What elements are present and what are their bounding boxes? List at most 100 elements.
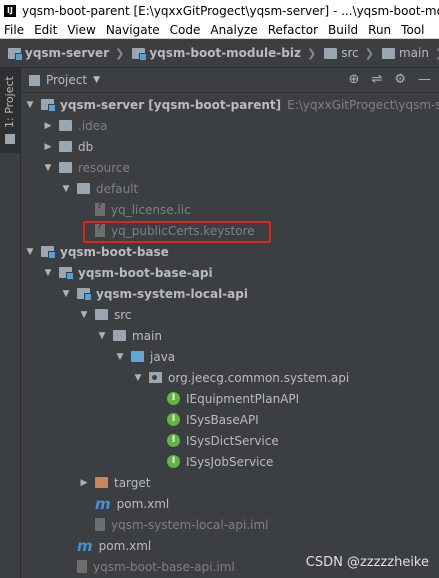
watermark: CSDN @zzzzzheike	[305, 555, 429, 570]
tree-row[interactable]: yqsm-system-local-api.iml	[21, 514, 439, 535]
tree-row[interactable]: m pom.xml	[21, 493, 439, 514]
chevron-right-icon: ❯	[364, 46, 374, 60]
menu-build[interactable]: Build	[323, 23, 363, 37]
folder-orange-icon	[95, 477, 108, 488]
tree-row[interactable]: ▶ .idea	[21, 115, 439, 136]
module-folder-icon	[8, 47, 23, 61]
expand-arrow-icon[interactable]: ▼	[115, 352, 125, 362]
expand-arrow-icon[interactable]: ▼	[25, 247, 35, 257]
tree-item-label: default	[96, 181, 139, 196]
breadcrumb-label: yqsm-boot-module-biz	[149, 46, 301, 60]
iml-icon	[95, 518, 105, 531]
iface-icon: I	[167, 455, 180, 468]
tree-row[interactable]: m pom.xml	[21, 535, 439, 556]
module-folder-icon	[132, 47, 148, 61]
tree-item-label: ISysDictService	[186, 433, 279, 448]
tree-row[interactable]: I ISysDictService	[21, 430, 439, 451]
tree-item-label: yqsm-boot-base	[60, 244, 169, 259]
project-view-selector[interactable]: Project ▼	[29, 73, 100, 87]
tree-item-label: yqsm-system-local-api	[96, 286, 248, 301]
tree-item-label: IEquipmentPlanAPI	[186, 391, 300, 406]
expand-arrow-icon[interactable]: ▼	[97, 331, 107, 341]
tree-row[interactable]: I ISysJobService	[21, 451, 439, 472]
tree-item-label: pom.xml	[98, 538, 152, 553]
menu-file[interactable]: File	[0, 23, 29, 37]
tree-row[interactable]: ▼ default	[21, 178, 439, 199]
iface-icon: I	[167, 413, 180, 426]
expand-arrow-icon[interactable]: ▼	[43, 163, 53, 173]
maven-icon: m	[77, 536, 93, 555]
expand-arrow-icon[interactable]: ▼	[43, 268, 53, 278]
menu-code[interactable]: Code	[165, 23, 206, 37]
gear-icon[interactable]: ⚙	[394, 72, 406, 87]
menu-tools[interactable]: Tool	[396, 23, 429, 37]
breadcrumb-yqsm-server[interactable]: yqsm-server ❯	[0, 46, 124, 61]
tree-item-label: .idea	[78, 118, 108, 133]
expand-arrow-icon[interactable]: ▼	[25, 100, 35, 110]
tree-row[interactable]: I ISysBaseAPI	[21, 409, 439, 430]
tree-row[interactable]: yq_license.lic	[21, 199, 439, 220]
window-title: yqsm-boot-parent [E:\yqxxGitProgect\yqsm…	[22, 3, 439, 18]
navigation-breadcrumb: yqsm-server ❯ yqsm-boot-module-biz ❯ src…	[0, 39, 439, 68]
breadcrumb-src[interactable]: src ❯	[316, 46, 374, 60]
tree-row[interactable]: ▼ yqsm-system-local-api	[21, 283, 439, 304]
panel-title: Project	[46, 73, 88, 87]
tree-row[interactable]: ▼ yqsm-boot-base-api	[21, 262, 439, 283]
tree-item-label: ISysJobService	[186, 454, 274, 469]
iml-icon	[77, 560, 87, 573]
tree-item-label: pom.xml	[116, 496, 170, 511]
breadcrumb-module-biz[interactable]: yqsm-boot-module-biz ❯	[124, 46, 317, 61]
tree-item-label: db	[78, 139, 94, 154]
folder-gray-icon	[77, 183, 90, 194]
tree-row[interactable]: ▼ yqsm-server [yqsm-boot-parent] E:\yqxxGi…	[21, 94, 439, 115]
tree-row[interactable]: ▶ target	[21, 472, 439, 493]
tree-item-label: main	[132, 328, 162, 343]
tree-row[interactable]: yq_publicCerts.keystore	[21, 220, 439, 241]
chevron-down-icon: ▼	[93, 75, 100, 85]
collapse-arrow-icon[interactable]: ▶	[43, 121, 53, 131]
expand-arrow-icon[interactable]: ▼	[61, 184, 71, 194]
menu-edit[interactable]: Edit	[29, 23, 62, 37]
intellij-logo-icon: IJ	[4, 4, 16, 17]
tree-row[interactable]: ▼ resource	[21, 157, 439, 178]
menu-navigate[interactable]: Navigate	[101, 23, 165, 37]
expand-arrow-icon[interactable]: ▼	[61, 289, 71, 299]
hide-icon[interactable]: —	[418, 72, 431, 87]
expand-arrow-icon[interactable]: ▼	[79, 310, 89, 320]
chevron-right-icon: ❯	[435, 47, 439, 60]
folder-module-icon	[41, 99, 56, 112]
tree-row[interactable]: ▼ java	[21, 346, 439, 367]
folder-icon	[381, 47, 395, 59]
project-tool-tab[interactable]: 1: Project	[0, 68, 20, 153]
tree-item-label: yqsm-system-local-api.iml	[111, 517, 269, 532]
collapse-arrow-icon[interactable]: ▶	[79, 478, 89, 488]
project-tree: ▼ yqsm-server [yqsm-boot-parent] E:\yqxxGi…	[21, 94, 439, 578]
iface-icon: I	[167, 392, 180, 405]
file-icon	[95, 201, 105, 216]
tree-row[interactable]: ▼ yqsm-boot-base	[21, 241, 439, 262]
tree-row[interactable]: I IEquipmentPlanAPI	[21, 388, 439, 409]
project-path: E:\yqxxGitProgect\yqsm-serv	[287, 97, 439, 112]
breadcrumb-main[interactable]: main ❯	[374, 46, 439, 60]
tree-row[interactable]: ▶ db	[21, 136, 439, 157]
tree-row[interactable]: ▼ src	[21, 304, 439, 325]
folder-gray-icon	[59, 162, 72, 173]
collapse-arrow-icon[interactable]: ▶	[43, 142, 53, 152]
menu-view[interactable]: View	[62, 23, 100, 37]
chevron-right-icon: ❯	[306, 46, 317, 60]
tree-row[interactable]: ▼ main	[21, 325, 439, 346]
locate-icon[interactable]: ⊕	[349, 72, 360, 87]
menu-refactor[interactable]: Refactor	[263, 23, 323, 37]
menu-analyze[interactable]: Analyze	[205, 23, 262, 37]
folder-gray-icon	[95, 309, 108, 320]
project-icon	[29, 74, 40, 86]
tree-item-label: resource	[78, 160, 130, 175]
tree-row[interactable]: ▼ org.jeecg.common.system.api	[21, 367, 439, 388]
folder-blue-icon	[131, 351, 144, 362]
tree-item-label: yqsm-boot-base-api	[78, 265, 213, 280]
menu-run[interactable]: Run	[363, 23, 396, 37]
expand-arrow-icon[interactable]: ▼	[133, 373, 143, 383]
folder-icon	[324, 47, 338, 59]
collapse-all-icon[interactable]: ⇌	[371, 72, 382, 87]
breadcrumb-label: main	[398, 46, 429, 60]
